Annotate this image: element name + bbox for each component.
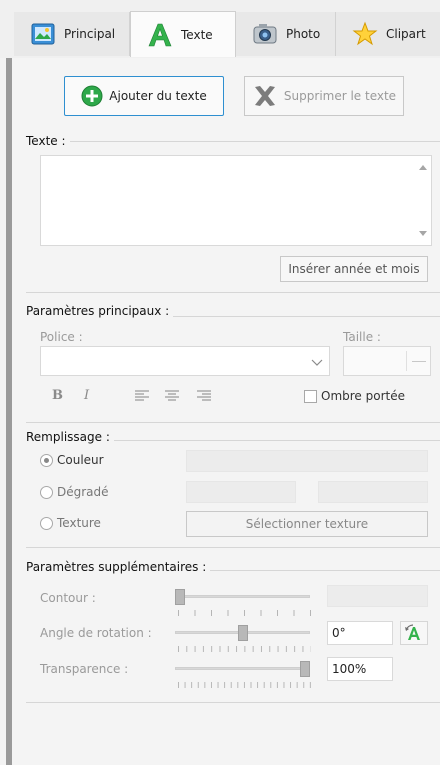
tab-bar: Principal Texte Photo Clipart (0, 0, 440, 58)
fill-color-radio[interactable] (40, 454, 53, 467)
bold-button[interactable]: B (52, 388, 63, 403)
tab-label: Texte (181, 27, 213, 42)
select-texture-label: Sélectionner texture (245, 517, 369, 531)
fill-gradient-radio[interactable] (40, 486, 53, 499)
tab-principal[interactable]: Principal (14, 12, 130, 56)
delete-icon (254, 86, 275, 106)
text-scrollbar[interactable] (415, 156, 431, 245)
add-text-label: Ajouter du texte (109, 89, 207, 103)
gradient-color-start[interactable] (186, 481, 296, 503)
divider (26, 292, 440, 293)
add-text-button[interactable]: Ajouter du texte (64, 76, 224, 116)
rotation-reset-button[interactable] (400, 621, 428, 645)
rotation-value: 0° (332, 626, 346, 640)
scroll-up-icon[interactable] (419, 165, 427, 170)
size-label: Taille : (343, 330, 381, 344)
font-label: Police : (40, 330, 83, 344)
tab-label: Principal (64, 27, 116, 41)
letter-a-icon (148, 23, 172, 46)
font-select[interactable] (40, 346, 330, 376)
size-stepper-divider (406, 351, 407, 371)
divider (26, 702, 440, 703)
transparency-value: 100% (332, 662, 367, 676)
text-input-value (41, 156, 431, 164)
align-left-icon[interactable] (134, 389, 150, 403)
italic-button[interactable]: I (84, 388, 89, 403)
extra-params-title: Paramètres supplémentaires : (26, 560, 211, 574)
tab-photo[interactable]: Photo (236, 12, 336, 56)
main-params-title: Paramètres principaux : (26, 304, 174, 318)
add-icon (81, 85, 103, 107)
contour-label: Contour : (40, 591, 96, 605)
tab-label: Clipart (386, 27, 426, 41)
camera-icon (253, 24, 277, 44)
chevron-down-icon (311, 359, 323, 366)
delete-text-button[interactable]: Supprimer le texte (244, 76, 404, 116)
gradient-color-end[interactable] (318, 481, 428, 503)
size-stepper[interactable] (343, 346, 431, 376)
scroll-down-icon[interactable] (419, 231, 427, 236)
divider (26, 547, 440, 548)
tab-texte[interactable]: Texte (130, 11, 236, 57)
text-group-title: Texte : (26, 134, 70, 148)
fill-color-label: Couleur (57, 453, 104, 467)
contour-slider-track[interactable] (175, 595, 310, 598)
text-input-area[interactable] (40, 155, 432, 246)
fill-texture-label: Texture (57, 516, 101, 530)
divider (26, 422, 440, 423)
rotation-label: Angle de rotation : (40, 626, 152, 640)
fill-color-swatch[interactable] (186, 450, 428, 472)
contour-slider-thumb[interactable] (175, 589, 185, 605)
fill-title: Remplissage : (26, 430, 114, 444)
select-texture-button[interactable]: Sélectionner texture (186, 511, 428, 537)
transparency-slider-track[interactable] (175, 667, 310, 670)
rotate-text-icon (405, 624, 420, 640)
insert-date-button[interactable]: Insérer année et mois (280, 256, 428, 282)
divider (26, 141, 440, 142)
transparency-label: Transparence : (40, 662, 129, 676)
delete-text-label: Supprimer le texte (283, 89, 397, 103)
rotation-slider-thumb[interactable] (237, 625, 248, 641)
tab-clipart[interactable]: Clipart (336, 12, 440, 56)
transparency-slider-thumb[interactable] (300, 661, 310, 677)
align-right-icon[interactable] (196, 389, 212, 403)
contour-color-box[interactable] (327, 585, 428, 607)
tab-label: Photo (286, 27, 321, 41)
shadow-label: Ombre portée (321, 389, 405, 403)
align-center-icon[interactable] (164, 389, 180, 403)
contour-slider-ticks (178, 610, 311, 616)
shadow-checkbox[interactable] (304, 390, 317, 403)
picture-frame-icon (31, 23, 55, 45)
star-icon (352, 21, 378, 46)
transparency-input[interactable]: 100% (327, 657, 393, 681)
transparency-slider-ticks (178, 682, 311, 688)
size-stepper-dash (412, 361, 426, 362)
rotation-input[interactable]: 0° (327, 621, 393, 645)
insert-date-label: Insérer année et mois (288, 262, 420, 276)
fill-gradient-label: Dégradé (57, 485, 109, 499)
fill-texture-radio[interactable] (40, 517, 53, 530)
rotation-slider-ticks (178, 646, 311, 652)
